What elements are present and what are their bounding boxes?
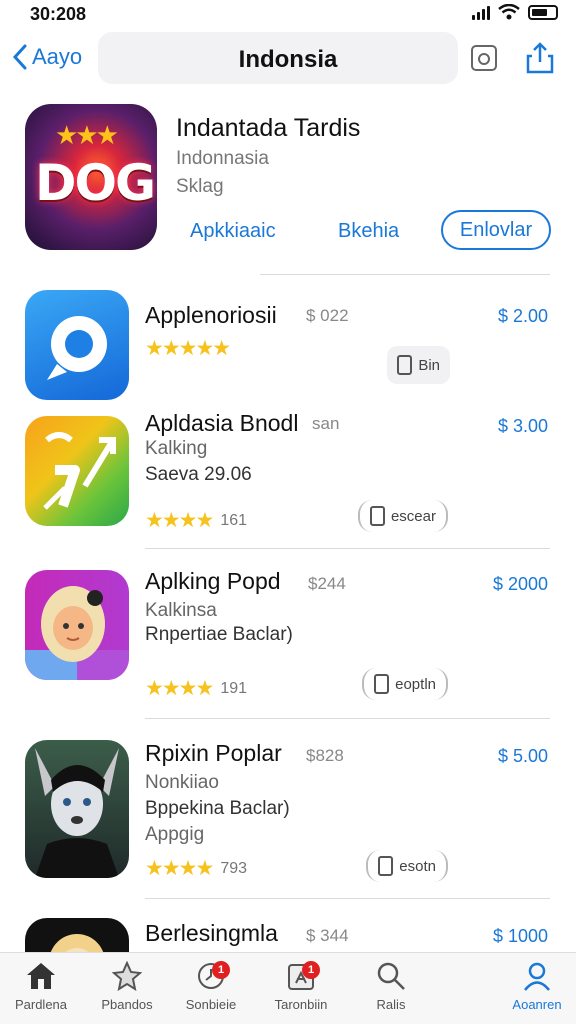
battery-icon	[528, 4, 558, 20]
star-icon	[112, 961, 142, 991]
tab-today[interactable]: Pardlena	[0, 959, 86, 1012]
list-item[interactable]: Berlesingmla $ 344 $ 1000	[0, 916, 576, 952]
featured-app-title: Indantada Tardis	[176, 114, 361, 142]
tab-label: Sonbieie	[185, 997, 237, 1012]
wolf-avatar-icon	[25, 740, 129, 878]
rating: ★★★★ 793	[145, 856, 247, 881]
chat-icon	[25, 290, 129, 400]
tab-label: Ralis	[376, 997, 406, 1012]
rating-count: 793	[220, 859, 248, 877]
divider	[260, 274, 550, 275]
share-icon[interactable]	[526, 42, 554, 74]
app-description: Rnpertiae Baclar)	[145, 624, 293, 645]
tab-games[interactable]: Pbandos	[82, 959, 172, 1012]
list-item[interactable]: Applenoriosii $ 022 $ 2.00 ★★★★★ Bin	[0, 290, 576, 402]
featured-link-2[interactable]: Bkehia	[338, 220, 399, 243]
app-name: Rpixin Poplar	[145, 740, 282, 766]
document-icon	[378, 856, 394, 876]
tab-label: Pardlena	[14, 997, 68, 1012]
rating: ★★★★ 191	[145, 676, 247, 701]
status-icons	[472, 4, 558, 20]
divider	[145, 718, 550, 719]
featured-app-category: Sklag	[176, 176, 224, 197]
tab-updates[interactable]: 1 Sonbieie	[166, 959, 256, 1012]
rating: ★★★★ 161	[145, 508, 247, 533]
rating-count: 191	[220, 679, 248, 697]
app-description: Saeva 29.06	[145, 464, 252, 485]
featured-app: ★★★ DOG Indantada Tardis Indonnasia Skla…	[0, 104, 576, 254]
featured-link-1[interactable]: Apkkiaaic	[190, 220, 276, 243]
action-label: eoptln	[395, 675, 436, 693]
app-price[interactable]: $ 2.00	[498, 306, 548, 327]
action-label: esotn	[399, 857, 436, 875]
status-time: 30:208	[30, 4, 87, 24]
app-price[interactable]: $ 1000	[493, 926, 548, 947]
action-button[interactable]: Bin	[387, 346, 450, 384]
divider	[145, 548, 550, 549]
notification-badge: 1	[212, 961, 230, 979]
star-cluster-icon: ★★★	[55, 120, 119, 150]
featured-app-icon-text: DOG	[35, 154, 156, 212]
action-button[interactable]: eoptln	[362, 668, 448, 700]
list-item[interactable]: Aplking Popd $244 $ 2000 Kalkinsa Rnpert…	[0, 568, 576, 701]
app-name: Apldasia Bnodl	[145, 410, 299, 436]
action-button[interactable]: escear	[357, 500, 448, 532]
tab-search[interactable]: Ralis	[346, 959, 436, 1012]
app-subtitle: Nonkiiao	[145, 772, 219, 793]
divider	[145, 898, 550, 899]
app-inline-price: $244	[308, 574, 346, 593]
action-button[interactable]: esotn	[366, 850, 448, 882]
app-inline-price: san	[312, 414, 340, 433]
app-subtitle: Kalking	[145, 438, 208, 459]
signal-icon	[472, 4, 490, 20]
list-item[interactable]: Rpixin Poplar $828 $ 5.00 Nonkiiao Bppek…	[0, 738, 576, 888]
tab-label: Pbandos	[101, 997, 153, 1012]
app-description: Bppekina Baclar)	[145, 798, 290, 819]
get-button[interactable]: Enlovlar	[441, 210, 551, 250]
tab-bar: Pardlena Pbandos 1 Sonbieie 1 Taronbiin	[0, 952, 576, 1024]
featured-app-icon[interactable]: ★★★ DOG	[25, 104, 157, 250]
rating: ★★★★★	[145, 336, 231, 361]
rating-stars: ★★★★	[145, 509, 214, 532]
app-category: Appgig	[145, 824, 205, 845]
app-inline-price: $ 344	[306, 926, 349, 945]
app-name: Applenoriosii	[145, 302, 277, 328]
arrows-icon	[25, 416, 129, 526]
action-label: escear	[390, 507, 436, 525]
rating-stars: ★★★★★	[145, 337, 231, 360]
app-inline-price: $ 022	[306, 306, 349, 325]
search-icon	[377, 962, 405, 990]
tab-label: Taronbiin	[274, 997, 328, 1012]
camera-icon[interactable]	[470, 42, 498, 72]
wifi-icon	[498, 4, 520, 20]
rating-stars: ★★★★	[145, 677, 214, 700]
cartoon-icon	[25, 918, 129, 952]
home-icon	[27, 963, 55, 989]
girl-avatar-icon	[25, 570, 129, 680]
rating-count: 161	[220, 511, 248, 529]
tab-label: Aoanren	[512, 997, 562, 1012]
app-inline-price: $828	[306, 746, 344, 765]
app-price[interactable]: $ 3.00	[498, 416, 548, 437]
rating-stars: ★★★★	[145, 857, 214, 880]
notification-badge: 1	[302, 961, 320, 979]
app-name: Berlesingmla	[145, 920, 278, 946]
list-item[interactable]: Apldasia Bnodl san $ 3.00 Kalking Saeva …	[0, 410, 576, 534]
featured-app-subtitle: Indonnasia	[176, 148, 269, 169]
tab-account[interactable]: Aoanren	[492, 959, 576, 1012]
app-name: Aplking Popd	[145, 568, 281, 594]
profile-icon	[524, 962, 550, 991]
document-icon	[397, 355, 413, 375]
app-price[interactable]: $ 5.00	[498, 746, 548, 767]
document-icon	[374, 674, 390, 694]
nav-bar: Aayo Indonsia	[0, 30, 576, 90]
status-bar: 30:208	[0, 0, 576, 30]
app-subtitle: Kalkinsa	[145, 600, 217, 621]
app-price[interactable]: $ 2000	[493, 574, 548, 595]
document-icon	[369, 506, 385, 526]
tab-apps[interactable]: 1 Taronbiin	[256, 959, 346, 1012]
action-label: Bin	[418, 356, 440, 374]
